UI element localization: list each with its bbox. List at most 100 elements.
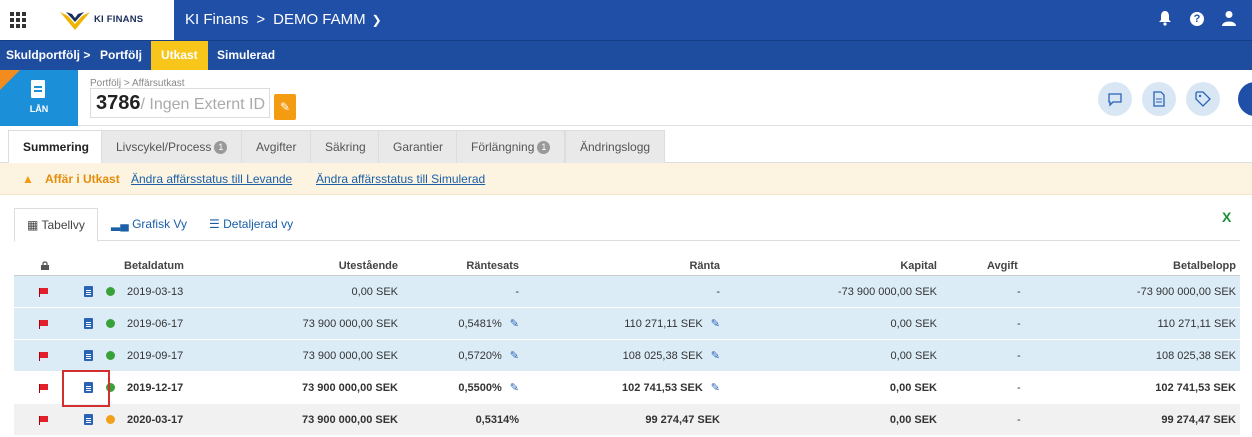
tab-andringslogg[interactable]: Ändringslogg <box>565 130 666 163</box>
rate-value: 0,5720% <box>458 349 502 362</box>
document-icon[interactable] <box>84 340 93 371</box>
tab-label: Ändringslogg <box>580 140 651 154</box>
status-dot <box>106 308 115 339</box>
set-simulated-link[interactable]: Ändra affärsstatus till Simulerad <box>316 172 485 186</box>
crumb-company[interactable]: KI Finans <box>185 11 248 28</box>
flag-icon[interactable] <box>39 372 49 403</box>
subnav-portfolj[interactable]: Portfölj <box>100 41 142 70</box>
set-live-link[interactable]: Ändra affärsstatus till Levande <box>131 172 292 186</box>
flag-icon[interactable] <box>39 276 49 307</box>
view-label: Tabellvy <box>41 218 85 232</box>
tab-label: Säkring <box>325 140 366 154</box>
col-utestaende[interactable]: Utestående <box>264 256 398 275</box>
cell-betalbelopp: 99 274,47 SEK <box>1161 413 1236 426</box>
flag-icon[interactable] <box>39 308 49 339</box>
table-row[interactable]: 2020-03-17 73 900 000,00 SEK 0,5314% 99 … <box>14 404 1240 436</box>
count-badge: 1 <box>537 141 551 154</box>
excel-export-icon[interactable]: X <box>1222 209 1238 225</box>
tab-sakring[interactable]: Säkring <box>310 130 381 163</box>
edit-icon[interactable]: ✎ <box>510 381 519 394</box>
subnav-utkast[interactable]: Utkast <box>151 41 208 70</box>
external-id: / Ingen Externt ID <box>140 96 266 113</box>
cell-avgift: - <box>1017 317 1021 330</box>
cell-kapital: 0,00 SEK <box>889 413 937 426</box>
document-button[interactable] <box>1142 82 1176 116</box>
cell-kapital: 0,00 SEK <box>890 317 937 330</box>
cell-utestaende: 73 900 000,00 SEK <box>302 317 398 330</box>
edit-icon[interactable]: ✎ <box>711 349 720 362</box>
tab-detailed-view[interactable]: ☰ Detaljerad vy <box>209 208 293 241</box>
subnav-skuldportfolj[interactable]: Skuldportfölj > <box>6 41 90 70</box>
cell-avgift: - <box>1017 381 1021 394</box>
loan-type-label: LÅN <box>29 104 49 114</box>
cell-betalbelopp: 108 025,38 SEK <box>1155 349 1236 362</box>
help-icon[interactable]: ? <box>1190 12 1204 26</box>
document-icon[interactable] <box>84 308 93 339</box>
rate-value: 0,5481% <box>458 317 502 330</box>
lock-icon <box>41 256 53 275</box>
app-launcher-button[interactable] <box>0 0 36 40</box>
table-row[interactable]: 2019-09-17 73 900 000,00 SEK 0,5720% ✎ 10… <box>14 340 1240 372</box>
cell-kapital: 0,00 SEK <box>890 349 937 362</box>
tab-graph-view[interactable]: ▂▄ Grafisk Vy <box>111 208 187 241</box>
sub-navigation: Skuldportfölj > Portfölj Utkast Simulera… <box>0 40 1252 70</box>
cell-kapital: 0,00 SEK <box>889 381 937 394</box>
subnav-simulerad[interactable]: Simulerad <box>217 41 275 70</box>
edit-icon[interactable]: ✎ <box>510 317 519 330</box>
header-actions <box>1098 82 1220 116</box>
document-icon[interactable] <box>84 404 93 435</box>
cell-betalbelopp: -73 900 000,00 SEK <box>1136 285 1236 298</box>
status-dot <box>106 404 115 435</box>
tab-garantier[interactable]: Garantier <box>378 130 459 163</box>
col-betalbelopp[interactable]: Betalbelopp <box>1054 256 1236 275</box>
brand-logo[interactable]: KI FINANS <box>36 0 174 40</box>
loan-type-tile[interactable]: LÅN <box>0 70 78 126</box>
more-actions-button[interactable] <box>1238 82 1252 116</box>
bar-chart-icon: ▂▄ <box>111 217 129 231</box>
table-row[interactable]: 2019-12-17 73 900 000,00 SEK 0,5500% ✎ 10… <box>14 372 1240 404</box>
col-rantesats[interactable]: Räntesats <box>414 256 519 275</box>
cell-betalbelopp: 102 741,53 SEK <box>1155 381 1236 394</box>
highlight-box <box>62 370 110 407</box>
tab-avgifter[interactable]: Avgifter <box>241 130 312 163</box>
cell-date: 2019-06-17 <box>127 317 184 330</box>
cell-ranta: 99 274,47 SEK <box>645 413 720 426</box>
tab-summering[interactable]: Summering <box>8 130 105 163</box>
grid-icon <box>10 12 26 28</box>
brand-name: KI FINANS <box>94 14 144 25</box>
cell-utestaende: 73 900 000,00 SEK <box>302 349 398 362</box>
edit-icon[interactable]: ✎ <box>510 349 519 362</box>
user-icon[interactable] <box>1220 10 1238 28</box>
bell-icon[interactable] <box>1156 10 1174 28</box>
cell-kapital: -73 900 000,00 SEK <box>837 285 937 298</box>
col-ranta[interactable]: Ränta <box>574 256 720 275</box>
tab-livscykel[interactable]: Livscykel/Process 1 <box>101 130 243 163</box>
chevron-down-icon[interactable]: ❯ <box>372 13 382 27</box>
table-row[interactable]: 2019-03-13 0,00 SEK - - -73 900 000,00 S… <box>14 276 1240 308</box>
deal-header: LÅN Portfölj > Affärsutkast 3786/ Ingen … <box>0 70 1252 126</box>
comment-button[interactable] <box>1098 82 1132 116</box>
tag-button[interactable] <box>1186 82 1220 116</box>
flag-icon[interactable] <box>39 404 49 435</box>
edit-id-button[interactable]: ✎ <box>274 94 296 120</box>
rate-value: 0,5500% <box>458 381 502 394</box>
tab-table-view[interactable]: ▦ Tabellvy <box>14 208 98 242</box>
col-kapital[interactable]: Kapital <box>794 256 937 275</box>
cell-avgift: - <box>1017 349 1021 362</box>
col-betaldatum[interactable]: Betaldatum <box>124 256 184 275</box>
document-icon[interactable] <box>84 276 93 307</box>
status-alert: ▲ Affär i Utkast Ändra affärsstatus till… <box>0 163 1252 195</box>
cell-ranta: 108 025,38 SEK ✎ <box>574 340 720 371</box>
table-row[interactable]: 2019-06-17 73 900 000,00 SEK 0,5481% ✎ 11… <box>14 308 1240 340</box>
edit-icon[interactable]: ✎ <box>711 381 720 394</box>
col-avgift[interactable]: Avgift <box>987 256 1018 275</box>
crumb-client[interactable]: DEMO FAMM <box>273 11 366 28</box>
warning-icon: ▲ <box>22 172 34 186</box>
cell-avgift: - <box>1017 413 1021 426</box>
flag-icon[interactable] <box>39 340 49 371</box>
edit-icon[interactable]: ✎ <box>711 317 720 330</box>
top-bar: KI FINANS KI Finans > DEMO FAMM ❯ ? <box>0 0 1252 40</box>
cell-betalbelopp: 110 271,11 SEK <box>1157 317 1237 330</box>
detail-tabs: Summering Livscykel/Process 1 Avgifter Sä… <box>0 126 1252 163</box>
tab-forlangning[interactable]: Förlängning 1 <box>456 130 566 163</box>
